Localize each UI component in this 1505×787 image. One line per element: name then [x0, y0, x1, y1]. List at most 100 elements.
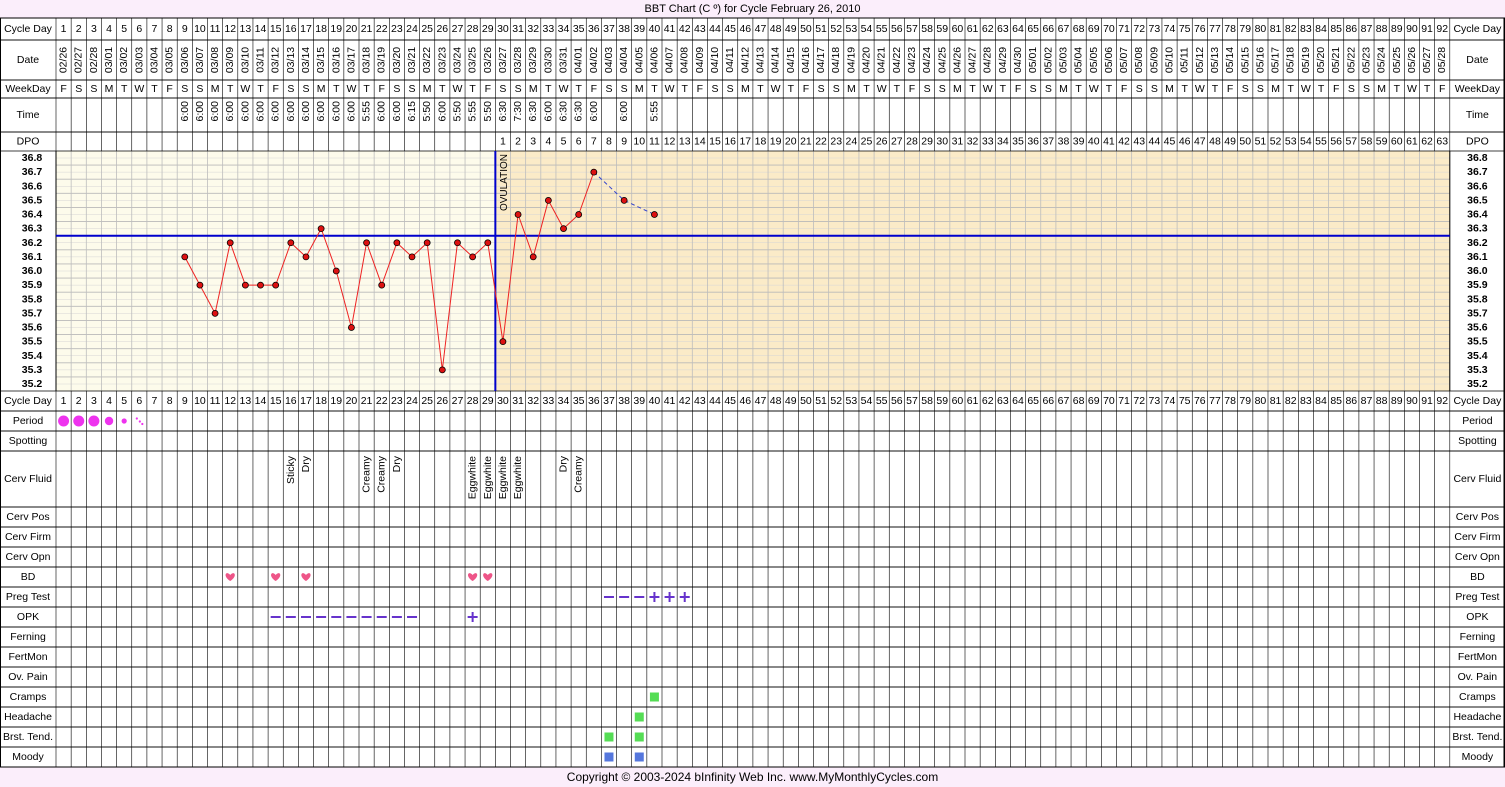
- cycle-day-label: 86: [1345, 23, 1357, 35]
- dpo-label: 14: [694, 136, 706, 148]
- weekday-label: W: [1407, 83, 1417, 95]
- weekday-label: T: [1000, 83, 1007, 95]
- cycle-day-label: 27: [452, 23, 464, 35]
- row-label-right-moody: Moody: [1462, 751, 1494, 763]
- period-spotting-dot: [141, 422, 144, 426]
- cycle-day-label: 3: [91, 395, 97, 407]
- weekday-label: W: [877, 83, 887, 95]
- row-label-cycle-day: Cycle Day: [4, 23, 53, 35]
- cycle-day-label: 44: [709, 395, 721, 407]
- weekday-label: T: [363, 83, 370, 95]
- date-label: 05/22: [1345, 47, 1357, 73]
- cycle-day-label: 78: [1224, 23, 1236, 35]
- cycle-day-label: 33: [543, 395, 555, 407]
- date-label: 05/24: [1376, 47, 1388, 73]
- row-label-right-period: Period: [1462, 415, 1493, 427]
- row-label-bd: BD: [21, 571, 36, 583]
- cycle-day-label: 43: [694, 23, 706, 35]
- cycle-day-label: 71: [1118, 23, 1130, 35]
- cycle-day-label: 7: [152, 23, 158, 35]
- cycle-day-label: 46: [739, 23, 751, 35]
- cycle-day-label: 24: [406, 23, 418, 35]
- weekday-label: T: [1075, 83, 1082, 95]
- cycle-day-label: 36: [588, 395, 600, 407]
- weekday-label: T: [863, 83, 870, 95]
- cycle-day-label: 23: [391, 23, 403, 35]
- row-label-headache: Headache: [4, 711, 52, 723]
- cycle-day-label: 59: [936, 395, 948, 407]
- row-label-right-ov-pain: Ov. Pain: [1458, 671, 1498, 683]
- cycle-day-label: 51: [815, 395, 827, 407]
- date-label: 04/28: [982, 47, 994, 73]
- date-label: 04/07: [664, 47, 676, 73]
- cycle-day-label: 45: [724, 23, 736, 35]
- weekday-label: S: [287, 83, 294, 95]
- date-label: 03/08: [209, 47, 221, 73]
- temperature-point: [241, 281, 249, 289]
- temperature-point: [257, 281, 264, 289]
- temperature-point: [590, 168, 598, 176]
- headache-marker: [634, 712, 644, 722]
- cycle-day-label: 76: [1194, 23, 1206, 35]
- y-tick-label: 35.8: [22, 293, 43, 305]
- weekday-label: S: [1151, 83, 1158, 95]
- y-tick-label-right: 35.7: [1467, 307, 1488, 319]
- cycle-day-label: 61: [967, 395, 979, 407]
- dpo-label: 28: [906, 136, 918, 148]
- date-label: 05/26: [1406, 47, 1418, 73]
- y-tick-label: 35.2: [22, 378, 43, 390]
- cycle-day-label: 66: [1042, 395, 1054, 407]
- weekday-label: S: [1348, 83, 1355, 95]
- date-label: 05/13: [1209, 47, 1221, 73]
- dpo-label: 31: [952, 136, 964, 148]
- row-label-cerv-firm: Cerv Firm: [5, 531, 51, 543]
- weekday-label: W: [1301, 83, 1311, 95]
- cycle-day-label: 17: [300, 395, 312, 407]
- weekday-label: W: [1195, 83, 1205, 95]
- cycle-day-label: 17: [300, 23, 312, 35]
- dpo-label: 45: [1164, 136, 1176, 148]
- date-label: 05/12: [1194, 47, 1206, 73]
- time-label: 6:00: [345, 101, 357, 122]
- time-label: 7:30: [512, 101, 524, 122]
- weekday-label: S: [515, 83, 522, 95]
- y-tick-label-right: 35.9: [1467, 279, 1488, 291]
- date-label: 03/27: [497, 47, 509, 73]
- cycle-day-label: 28: [467, 23, 479, 35]
- date-label: 04/06: [648, 47, 660, 73]
- date-label: 04/29: [997, 47, 1009, 73]
- temperature-point: [454, 239, 461, 247]
- weekday-label: F: [1015, 83, 1021, 95]
- cycle-day-label: 2: [76, 23, 82, 35]
- cycle-day-label: 85: [1330, 395, 1342, 407]
- dpo-label: 9: [621, 136, 627, 148]
- dpo-label: 59: [1376, 136, 1388, 148]
- cycle-day-label: 90: [1406, 395, 1418, 407]
- dpo-label: 20: [785, 136, 797, 148]
- period-dot: [58, 415, 70, 427]
- weekday-label: S: [1363, 83, 1370, 95]
- date-label: 03/16: [330, 47, 342, 73]
- weekday-label: T: [1394, 83, 1401, 95]
- weekday-label: M: [105, 83, 114, 95]
- cervical-fluid-label: Dry: [300, 455, 312, 472]
- temperature-point: [272, 281, 280, 289]
- row-label-right-dpo: DPO: [1466, 136, 1489, 148]
- cycle-day-label: 55: [876, 23, 888, 35]
- date-label: 04/17: [815, 47, 827, 73]
- y-tick-label: 36.2: [22, 237, 43, 249]
- y-tick-label-right: 36.6: [1467, 180, 1488, 192]
- date-label: 04/13: [754, 47, 766, 73]
- cycle-day-label: 53: [846, 395, 858, 407]
- row-label-brst-tend: Brst. Tend.: [3, 731, 53, 743]
- weekday-label: S: [393, 83, 400, 95]
- cycle-day-label: 78: [1224, 395, 1236, 407]
- cycle-day-label: 7: [152, 395, 158, 407]
- weekday-label: M: [1165, 83, 1174, 95]
- cycle-day-label: 6: [136, 395, 142, 407]
- y-tick-label: 35.4: [22, 350, 43, 362]
- cervical-fluid-label: Eggwhite: [467, 456, 479, 499]
- dpo-label: 21: [800, 136, 812, 148]
- date-label: 05/25: [1391, 47, 1403, 73]
- cycle-day-label: 52: [830, 23, 842, 35]
